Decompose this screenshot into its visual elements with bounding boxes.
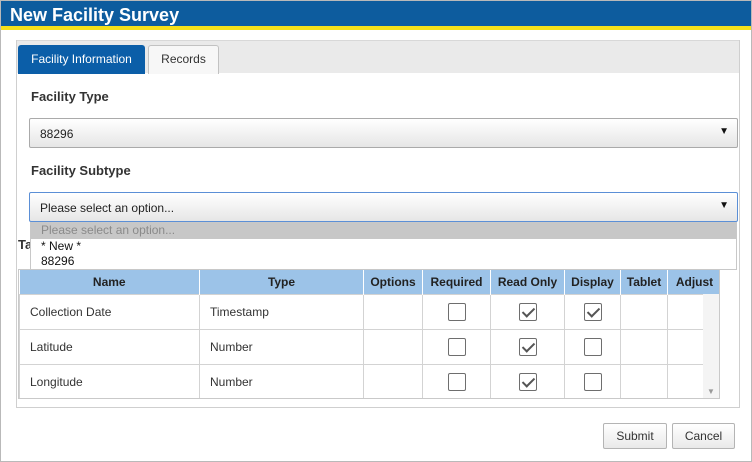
- facility-subtype-dropdown-list: Please select an option... * New * 88296: [30, 222, 737, 270]
- required-checkbox[interactable]: [447, 337, 466, 356]
- column-header-read-only[interactable]: Read Only: [490, 270, 565, 294]
- display-checkbox[interactable]: [583, 337, 602, 356]
- window-title: New Facility Survey: [10, 5, 180, 25]
- dialog-content: Facility Information Records Facility Ty…: [16, 40, 740, 408]
- column-header-type[interactable]: Type: [199, 270, 364, 294]
- cell-required: [422, 363, 491, 398]
- column-header-adjust[interactable]: Adjust: [667, 270, 719, 294]
- read-only-checkbox[interactable]: [518, 302, 537, 321]
- cancel-button[interactable]: Cancel: [672, 423, 735, 449]
- required-checkbox[interactable]: [447, 372, 466, 391]
- cell-required: [422, 293, 491, 330]
- column-header-required[interactable]: Required: [422, 270, 491, 294]
- facility-type-value: 88296: [40, 127, 74, 141]
- grid-scrollbar[interactable]: ▼: [703, 294, 719, 398]
- cell-display: [564, 293, 621, 330]
- fields-grid: Name Type Options Required Read Only Dis…: [18, 269, 720, 399]
- dropdown-arrow-icon: ▼: [719, 126, 729, 137]
- cell-tablet: [620, 293, 668, 330]
- display-checkbox[interactable]: [583, 372, 602, 391]
- cell-name: Longitude: [19, 363, 200, 398]
- tab-facility-information[interactable]: Facility Information: [18, 45, 145, 74]
- facility-type-select[interactable]: 88296 ▼: [29, 118, 738, 148]
- cell-name: Collection Date: [19, 293, 200, 330]
- table-row[interactable]: Longitude Number: [19, 363, 719, 398]
- column-header-tablet[interactable]: Tablet: [620, 270, 668, 294]
- required-checkbox[interactable]: [447, 302, 466, 321]
- facility-subtype-value: Please select an option...: [40, 201, 175, 215]
- read-only-checkbox[interactable]: [518, 372, 537, 391]
- grid-header-row: Name Type Options Required Read Only Dis…: [19, 270, 719, 294]
- cell-options: [363, 293, 423, 330]
- column-header-name[interactable]: Name: [19, 270, 200, 294]
- table-row[interactable]: Collection Date Timestamp: [19, 293, 719, 330]
- dropdown-option[interactable]: * New *: [31, 239, 736, 255]
- cell-type: Number: [199, 363, 364, 398]
- cell-type: Timestamp: [199, 293, 364, 330]
- facility-subtype-label: Facility Subtype: [31, 163, 131, 178]
- cell-read-only: [490, 363, 565, 398]
- submit-button[interactable]: Submit: [603, 423, 667, 449]
- cell-required: [422, 328, 491, 365]
- display-checkbox[interactable]: [583, 302, 602, 321]
- dropdown-arrow-icon: ▼: [719, 200, 729, 211]
- read-only-checkbox[interactable]: [518, 337, 537, 356]
- cell-options: [363, 363, 423, 398]
- dropdown-option[interactable]: 88296: [31, 254, 736, 270]
- column-header-options[interactable]: Options: [363, 270, 423, 294]
- dialog-window: New Facility Survey Facility Information…: [0, 0, 752, 462]
- cell-type: Number: [199, 328, 364, 365]
- tab-records[interactable]: Records: [148, 45, 219, 74]
- cell-display: [564, 328, 621, 365]
- column-header-display[interactable]: Display: [564, 270, 621, 294]
- scroll-down-icon[interactable]: ▼: [707, 387, 715, 396]
- title-bar: New Facility Survey: [1, 1, 751, 30]
- facility-type-label: Facility Type: [31, 89, 109, 104]
- cell-read-only: [490, 328, 565, 365]
- cell-read-only: [490, 293, 565, 330]
- facility-subtype-select[interactable]: Please select an option... ▼: [29, 192, 738, 222]
- cell-tablet: [620, 328, 668, 365]
- table-row[interactable]: Latitude Number: [19, 328, 719, 365]
- cell-tablet: [620, 363, 668, 398]
- cell-name: Latitude: [19, 328, 200, 365]
- dropdown-option[interactable]: Please select an option...: [31, 223, 736, 239]
- cell-display: [564, 363, 621, 398]
- cell-options: [363, 328, 423, 365]
- tab-bar: Facility Information Records: [17, 40, 739, 74]
